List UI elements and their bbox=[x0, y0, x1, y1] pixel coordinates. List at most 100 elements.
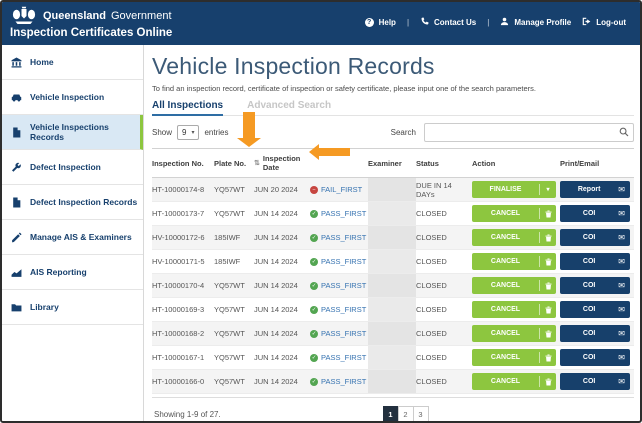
sidebar-item-home[interactable]: Home bbox=[2, 45, 143, 80]
tab-all-inspections[interactable]: All Inspections bbox=[152, 100, 224, 116]
app-title: Inspection Certificates Online bbox=[10, 27, 173, 39]
result-label: PASS_FIRST bbox=[321, 377, 367, 386]
app-header: Queensland Government Inspection Certifi… bbox=[2, 2, 640, 45]
result-label: PASS_FIRST bbox=[321, 353, 367, 362]
top-nav: ? Help | Contact Us | Manage Profile Log-out bbox=[364, 6, 626, 30]
column-header-plate-no[interactable]: Plate No. bbox=[214, 159, 254, 168]
trash-icon[interactable] bbox=[540, 306, 556, 314]
print-coi-button[interactable]: COI ✉ bbox=[560, 253, 630, 270]
person-icon bbox=[500, 17, 509, 28]
print-report-button[interactable]: Report ✉ bbox=[560, 181, 630, 198]
cell-inspection-no: HV-10000171-5 bbox=[152, 257, 205, 266]
nav-contact-us[interactable]: Contact Us bbox=[420, 16, 476, 28]
sidebar-item-vehicle-inspection[interactable]: Vehicle Inspection bbox=[2, 80, 143, 115]
pass-icon: ✓ bbox=[310, 353, 318, 362]
cell-status: DUE IN 14 DAYs bbox=[416, 180, 452, 199]
sidebar-item-vehicle-inspections-records[interactable]: Vehicle Inspections Records bbox=[2, 115, 143, 150]
cell-action: CANCEL bbox=[472, 301, 560, 318]
trash-icon[interactable] bbox=[540, 330, 556, 338]
print-coi-button[interactable]: COI ✉ bbox=[560, 373, 630, 390]
sidebar-item-defect-inspection[interactable]: Defect Inspection bbox=[2, 150, 143, 185]
cancel-button[interactable]: CANCEL bbox=[472, 325, 556, 342]
pass-icon: ✓ bbox=[310, 257, 318, 266]
nav-manage-profile[interactable]: Manage Profile bbox=[500, 17, 571, 28]
nav-help[interactable]: ? Help bbox=[364, 17, 396, 27]
trash-icon[interactable] bbox=[540, 282, 556, 290]
sidebar-item-label: Vehicle Inspection bbox=[30, 92, 105, 102]
result-link[interactable]: ✓ PASS_FIRST bbox=[310, 209, 368, 218]
trash-icon[interactable] bbox=[540, 354, 556, 362]
page-button-1[interactable]: 1 bbox=[382, 406, 399, 421]
action-button-label: CANCEL bbox=[490, 210, 521, 217]
search-input[interactable] bbox=[424, 123, 634, 142]
car-icon bbox=[11, 92, 22, 103]
action-button-label: FINALISE bbox=[489, 186, 522, 193]
table-row: HT-10000170-4 YQ57WT JUN 14 2024 ✓ PASS_FIRS… bbox=[152, 274, 634, 298]
result-link[interactable]: − FAIL_FIRST bbox=[310, 185, 368, 194]
cancel-button[interactable]: CANCEL bbox=[472, 349, 556, 366]
result-link[interactable]: ✓ PASS_FIRST bbox=[310, 281, 368, 290]
print-coi-button[interactable]: COI ✉ bbox=[560, 301, 630, 318]
chevron-down-icon: ▾ bbox=[191, 130, 195, 136]
column-header-inspection-no[interactable]: Inspection No. bbox=[152, 159, 214, 168]
column-header-action[interactable]: Action bbox=[472, 159, 560, 168]
result-link[interactable]: ✓ PASS_FIRST bbox=[310, 233, 368, 242]
trash-icon[interactable] bbox=[540, 234, 556, 242]
cancel-button[interactable]: CANCEL bbox=[472, 229, 556, 246]
print-coi-button[interactable]: COI ✉ bbox=[560, 205, 630, 222]
table-row: HT-10000166-0 YQ57WT JUN 14 2024 ✓ PASS_FIRS… bbox=[152, 370, 634, 394]
cancel-button[interactable]: CANCEL bbox=[472, 205, 556, 222]
cancel-button[interactable]: CANCEL bbox=[472, 253, 556, 270]
cancel-button[interactable]: CANCEL bbox=[472, 373, 556, 390]
print-coi-button[interactable]: COI ✉ bbox=[560, 325, 630, 342]
column-header-label: Print/Email bbox=[560, 158, 600, 168]
result-link[interactable]: ✓ PASS_FIRST bbox=[310, 257, 368, 266]
cell-action: CANCEL bbox=[472, 229, 560, 246]
trash-icon[interactable] bbox=[540, 378, 556, 386]
trash-icon[interactable] bbox=[540, 258, 556, 266]
cell-plate-no: YQ57WT bbox=[214, 353, 245, 362]
print-coi-button[interactable]: COI ✉ bbox=[560, 277, 630, 294]
sidebar-item-ais-reporting[interactable]: AIS Reporting bbox=[2, 255, 143, 290]
cell-status: CLOSED bbox=[416, 353, 447, 362]
search-icon[interactable] bbox=[619, 127, 629, 139]
page-button-2[interactable]: 2 bbox=[397, 406, 414, 421]
entries-select[interactable]: 9 ▾ bbox=[177, 125, 200, 140]
print-coi-button[interactable]: COI ✉ bbox=[560, 229, 630, 246]
tab-advanced-search[interactable]: Advanced Search bbox=[247, 100, 331, 115]
cell-plate-no: YQ57WT bbox=[214, 209, 245, 218]
trash-icon[interactable] bbox=[540, 210, 556, 218]
finalise-dropdown-caret[interactable]: ▾ bbox=[540, 186, 556, 193]
cell-status: CLOSED bbox=[416, 329, 447, 338]
column-header-examiner[interactable]: Examiner bbox=[368, 159, 416, 168]
sidebar-item-manage-ais-examiners[interactable]: Manage AIS & Examiners bbox=[2, 220, 143, 255]
finalise-button[interactable]: FINALISE ▾ bbox=[472, 181, 556, 198]
print-coi-button[interactable]: COI ✉ bbox=[560, 349, 630, 366]
result-label: PASS_FIRST bbox=[321, 233, 367, 242]
result-link[interactable]: ✓ PASS_FIRST bbox=[310, 329, 368, 338]
column-header-inspection-date[interactable]: ⇅ Inspection Date bbox=[254, 154, 310, 172]
search-label: Search bbox=[390, 128, 416, 137]
result-label: PASS_FIRST bbox=[321, 257, 367, 266]
cancel-button[interactable]: CANCEL bbox=[472, 277, 556, 294]
nav-log-out[interactable]: Log-out bbox=[582, 17, 626, 28]
chart-icon bbox=[11, 267, 22, 278]
sidebar-item-defect-inspection-records[interactable]: Defect Inspection Records bbox=[2, 185, 143, 220]
result-link[interactable]: ✓ PASS_FIRST bbox=[310, 353, 368, 362]
cell-inspection-no: HV-10000172-6 bbox=[152, 233, 205, 242]
sidebar-item-library[interactable]: Library bbox=[2, 290, 143, 325]
column-header-status[interactable]: Status bbox=[416, 159, 472, 168]
result-link[interactable]: ✓ PASS_FIRST bbox=[310, 305, 368, 314]
page-button-3[interactable]: 3 bbox=[412, 406, 429, 421]
folder-icon bbox=[11, 302, 22, 313]
cell-inspection-date: JUN 14 2024 bbox=[254, 209, 298, 218]
sidebar-item-label: Defect Inspection bbox=[30, 162, 101, 172]
column-header-print-email[interactable]: Print/Email bbox=[560, 159, 634, 168]
cell-inspection-no: HT-10000169-3 bbox=[152, 305, 205, 314]
cell-inspection-date: JUN 14 2024 bbox=[254, 329, 298, 338]
page-description: To find an inspection record, certificat… bbox=[152, 84, 536, 93]
result-link[interactable]: ✓ PASS_FIRST bbox=[310, 377, 368, 386]
cancel-button[interactable]: CANCEL bbox=[472, 301, 556, 318]
cell-print-email: COI ✉ bbox=[560, 229, 634, 246]
action-button-label: CANCEL bbox=[490, 378, 521, 385]
